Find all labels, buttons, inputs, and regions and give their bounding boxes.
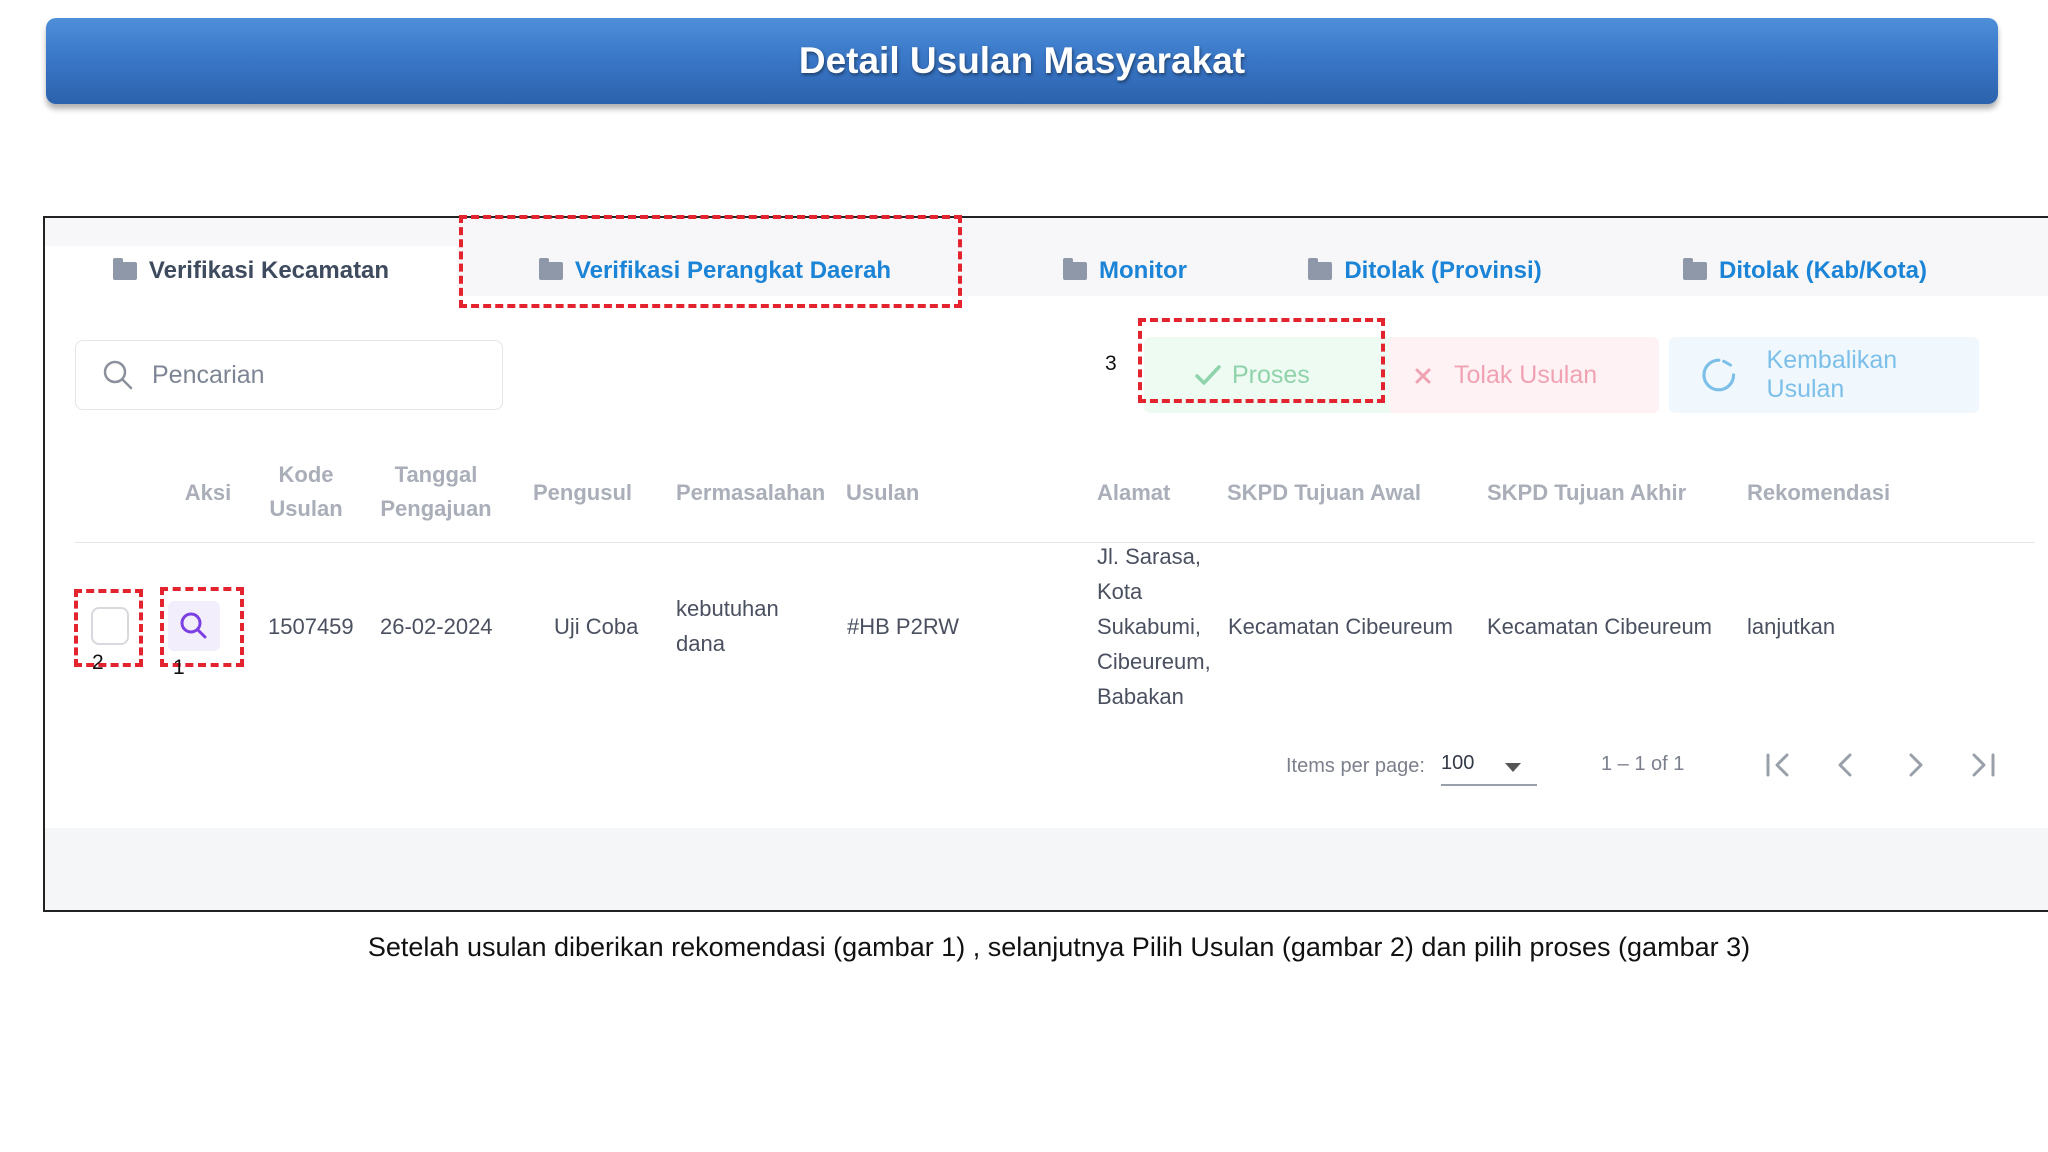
last-page-icon[interactable] [1966, 748, 2000, 782]
tolak-usulan-button[interactable]: Tolak Usulan [1389, 337, 1659, 413]
tab-label: Monitor [1099, 257, 1187, 284]
header-tanggal-line1: Tanggal [394, 462, 478, 487]
cell-usulan: #HB P2RW [847, 614, 960, 639]
cell-pengusul: Uji Coba [554, 614, 639, 639]
header-pengusul: Pengusul [533, 480, 633, 505]
header-kode-line1: Kode [278, 462, 334, 487]
tab-bar: Verifikasi Kecamatan Verifikasi Perangka… [45, 218, 2048, 296]
header-alamat: Alamat [1097, 480, 1171, 505]
header-tanggal-line2: Pengajuan [380, 496, 492, 521]
tab-label: Ditolak (Provinsi) [1344, 257, 1542, 284]
cell-alamat-line3: Sukabumi, [1097, 614, 1201, 639]
items-per-page-label: Items per page: [1286, 755, 1425, 777]
header-tanggal-pengajuan: Tanggal Pengajuan [371, 458, 501, 526]
marker-2: 2 [92, 651, 104, 674]
header-skpd-tujuan-akhir: SKPD Tujuan Akhir [1487, 480, 1687, 505]
next-page-icon[interactable] [1898, 748, 1932, 782]
cell-alamat-line2: Kota [1097, 579, 1143, 604]
search-input[interactable]: Pencarian [75, 340, 503, 410]
cell-skpd-tujuan-awal: Kecamatan Cibeureum [1228, 614, 1454, 639]
folder-icon [1308, 258, 1333, 280]
tab-label: Verifikasi Kecamatan [148, 257, 390, 284]
header-rekomendasi: Rekomendasi [1747, 480, 1891, 505]
cell-alamat-line5: Babakan [1097, 684, 1184, 709]
banner-title: Detail Usulan Masyarakat [798, 40, 1246, 81]
page-range: 1 – 1 of 1 [1601, 753, 1685, 775]
cell-permasalahan: kebutuhan dana [676, 591, 779, 661]
refresh-icon [1702, 358, 1736, 392]
header-divider [75, 542, 2035, 543]
previous-page-icon[interactable] [1829, 748, 1863, 782]
highlight-view-detail-button [160, 587, 244, 667]
tab-ditolak-kab-kota[interactable]: Ditolak (Kab/Kota) [1655, 246, 1955, 296]
header-skpd-tujuan-awal: SKPD Tujuan Awal [1227, 480, 1421, 505]
cell-rekomendasi: lanjutkan [1747, 614, 1836, 639]
highlight-proses-button [1138, 318, 1385, 403]
highlight-row-checkbox [74, 589, 143, 667]
header-aksi: Aksi [184, 480, 232, 505]
marker-3: 3 [1105, 352, 1117, 375]
tolak-label: Tolak Usulan [1454, 360, 1598, 389]
tab-verifikasi-kecamatan[interactable]: Verifikasi Kecamatan [45, 246, 457, 296]
search-placeholder: Pencarian [152, 360, 265, 389]
page-size-value: 100 [1441, 752, 1475, 774]
close-icon [1415, 368, 1431, 384]
kembalikan-label: Kembalikan Usulan [1766, 346, 1898, 403]
chevron-down-icon [1505, 763, 1521, 772]
cell-alamat-line4: Cibeureum, [1097, 649, 1211, 674]
folder-icon [1682, 258, 1707, 280]
cell-alamat-line1: Jl. Sarasa, [1097, 544, 1201, 569]
cell-tanggal: 26-02-2024 [380, 614, 493, 639]
cell-skpd-tujuan-akhir: Kecamatan Cibeureum [1487, 614, 1713, 639]
slide-caption: Setelah usulan diberikan rekomendasi (ga… [367, 932, 1751, 962]
footer-band [45, 828, 2048, 910]
marker-1: 1 [173, 656, 185, 679]
search-icon [103, 360, 133, 390]
header-kode-line2: Usulan [269, 496, 343, 521]
cell-kode: 1507459 [268, 614, 354, 639]
highlight-tab-verifikasi-perangkat-daerah [459, 215, 962, 308]
tab-monitor[interactable]: Monitor [1025, 246, 1225, 296]
folder-icon [112, 258, 137, 280]
header-usulan: Usulan [846, 480, 920, 505]
cell-permasalahan-line2: dana [676, 631, 725, 656]
folder-icon [1063, 258, 1087, 280]
app-screenshot: Verifikasi Kecamatan Verifikasi Perangka… [43, 216, 2048, 912]
cell-alamat: Jl. Sarasa, Kota Sukabumi, Cibeureum, Ba… [1097, 539, 1211, 714]
title-banner: Detail Usulan Masyarakat [46, 18, 1998, 104]
kembalikan-usulan-button[interactable]: Kembalikan Usulan [1669, 337, 1979, 413]
tab-ditolak-provinsi[interactable]: Ditolak (Provinsi) [1275, 246, 1575, 296]
first-page-icon[interactable] [1761, 748, 1795, 782]
cell-permasalahan-line1: kebutuhan [676, 596, 779, 621]
page-size-select[interactable]: 100 [1441, 750, 1537, 786]
tab-label: Ditolak (Kab/Kota) [1718, 257, 1927, 284]
header-kode-usulan: Kode Usulan [253, 458, 359, 526]
header-permasalahan: Permasalahan [676, 480, 826, 505]
